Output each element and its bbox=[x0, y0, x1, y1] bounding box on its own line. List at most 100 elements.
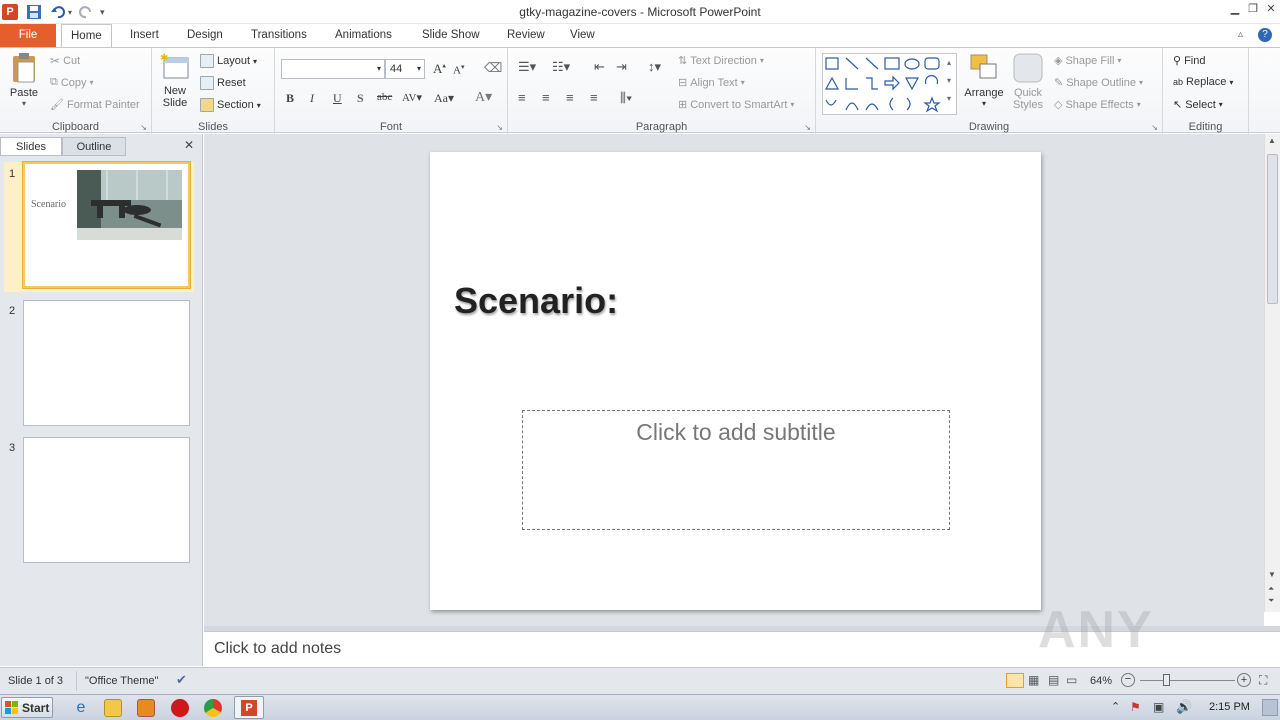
shape-fill-button[interactable]: ◈ Shape Fill ▾ bbox=[1054, 54, 1121, 68]
paste-button[interactable]: Paste ▾ bbox=[7, 52, 41, 110]
zoom-in-icon[interactable]: + bbox=[1237, 673, 1251, 687]
slide-thumbnail-1[interactable]: Scenario bbox=[23, 162, 190, 288]
help-icon[interactable]: ? bbox=[1258, 28, 1272, 42]
reading-view-icon[interactable]: ▤ bbox=[1048, 673, 1059, 687]
media-player-icon[interactable] bbox=[137, 699, 155, 717]
slide-title[interactable]: Scenario: bbox=[454, 280, 618, 322]
tab-outline[interactable]: Outline bbox=[62, 137, 126, 156]
select-button[interactable]: ↖ Select ▾ bbox=[1173, 98, 1223, 112]
gallery-scroll-down-icon[interactable]: ▾ bbox=[947, 76, 951, 85]
powerpoint-taskbar-button[interactable]: P bbox=[234, 696, 264, 719]
justify-icon[interactable]: ≡ bbox=[590, 90, 598, 105]
text-shadow-icon[interactable]: S bbox=[357, 91, 364, 106]
normal-view-icon[interactable] bbox=[1006, 673, 1024, 688]
smartart-button[interactable]: ⊞ Convert to SmartArt ▾ bbox=[678, 98, 794, 112]
tab-file[interactable]: File bbox=[0, 24, 56, 47]
tab-view[interactable]: View bbox=[561, 24, 604, 47]
grow-font-icon[interactable]: A▴ bbox=[433, 61, 446, 77]
layout-button[interactable]: Layout ▾ bbox=[200, 54, 257, 68]
internet-explorer-icon[interactable]: e bbox=[72, 699, 90, 717]
increase-indent-icon[interactable]: ⇥ bbox=[616, 59, 627, 75]
font-color-icon[interactable]: A▾ bbox=[475, 89, 492, 106]
zoom-slider-thumb[interactable] bbox=[1163, 674, 1170, 686]
shapes-gallery[interactable] bbox=[822, 53, 957, 115]
volume-icon[interactable]: 🔊 bbox=[1176, 699, 1192, 715]
tab-design[interactable]: Design bbox=[178, 24, 232, 47]
zoom-slider[interactable] bbox=[1140, 680, 1235, 681]
slide-sorter-icon[interactable]: ▦ bbox=[1028, 673, 1039, 687]
close-pane-icon[interactable]: ✕ bbox=[184, 138, 194, 152]
previous-slide-icon[interactable]: ⏶ bbox=[1268, 584, 1274, 594]
tab-insert[interactable]: Insert bbox=[121, 24, 168, 47]
tab-transitions[interactable]: Transitions bbox=[242, 24, 316, 47]
align-text-button[interactable]: ⊟ Align Text ▾ bbox=[678, 76, 745, 90]
columns-icon[interactable]: ⫼▾ bbox=[620, 90, 632, 106]
fit-to-window-icon[interactable]: ⛶ bbox=[1259, 673, 1267, 688]
quick-styles-button[interactable]: Quick Styles bbox=[1008, 52, 1048, 111]
strikethrough-icon[interactable]: abc bbox=[377, 91, 392, 103]
character-spacing-icon[interactable]: AV▾ bbox=[402, 91, 422, 104]
new-slide-button[interactable]: ✱ New Slide bbox=[158, 52, 192, 109]
italic-icon[interactable]: I bbox=[310, 91, 314, 106]
replace-button[interactable]: ab Replace ▾ bbox=[1173, 76, 1233, 88]
bullets-icon[interactable]: ☰▾ bbox=[518, 59, 536, 75]
shrink-font-icon[interactable]: A▾ bbox=[453, 63, 464, 77]
text-direction-button[interactable]: ⇅ Text Direction ▾ bbox=[678, 54, 764, 68]
chrome-icon[interactable] bbox=[204, 699, 222, 717]
find-button[interactable]: ⚲ Find bbox=[1173, 54, 1205, 68]
cut-button[interactable]: ✂ Cut bbox=[50, 54, 80, 68]
slide-thumbnail-2[interactable] bbox=[23, 300, 190, 426]
shape-outline-button[interactable]: ✎ Shape Outline ▾ bbox=[1054, 76, 1143, 90]
vertical-scrollbar[interactable]: ▲ ▼ ⏶ ⏷ bbox=[1264, 134, 1280, 612]
start-button[interactable]: Start bbox=[1, 697, 53, 718]
minimize-ribbon-icon[interactable]: ▵ bbox=[1238, 29, 1243, 40]
gallery-more-icon[interactable]: ▾ bbox=[947, 94, 951, 103]
scroll-down-icon[interactable]: ▼ bbox=[1268, 570, 1276, 579]
zoom-level[interactable]: 64% bbox=[1090, 675, 1112, 687]
scroll-up-icon[interactable]: ▲ bbox=[1268, 136, 1276, 145]
font-name-combo[interactable]: ▾ bbox=[281, 59, 385, 79]
format-painter-button[interactable]: 🖌 Format Painter bbox=[50, 98, 140, 112]
action-center-icon[interactable]: ⚑ bbox=[1130, 700, 1141, 714]
close-icon[interactable]: ✕ bbox=[1262, 2, 1280, 16]
numbering-icon[interactable]: ☷▾ bbox=[552, 59, 570, 75]
scroll-thumb[interactable] bbox=[1267, 154, 1278, 304]
font-size-combo[interactable]: 44 ▾ bbox=[385, 59, 425, 79]
arrange-button[interactable]: Arrange ▾ bbox=[963, 52, 1005, 108]
slide-thumbnail-3[interactable] bbox=[23, 437, 190, 563]
clipboard-launcher-icon[interactable]: ↘ bbox=[140, 123, 147, 132]
tab-review[interactable]: Review bbox=[498, 24, 554, 47]
slideshow-icon[interactable]: ▭ bbox=[1066, 673, 1077, 687]
tab-slideshow[interactable]: Slide Show bbox=[413, 24, 489, 47]
bold-icon[interactable]: B bbox=[286, 91, 294, 106]
network-icon[interactable]: ▣ bbox=[1153, 700, 1164, 714]
clock[interactable]: 2:15 PM bbox=[1209, 701, 1250, 713]
align-left-icon[interactable]: ≡ bbox=[518, 90, 526, 105]
clear-formatting-icon[interactable]: ⌫ bbox=[484, 60, 502, 76]
underline-icon[interactable]: U bbox=[333, 91, 342, 106]
slide[interactable]: Scenario: Click to add subtitle bbox=[430, 152, 1041, 610]
align-center-icon[interactable]: ≡ bbox=[542, 90, 550, 105]
font-launcher-icon[interactable]: ↘ bbox=[496, 123, 503, 132]
minimize-icon[interactable]: ▁ bbox=[1226, 2, 1244, 16]
align-right-icon[interactable]: ≡ bbox=[566, 90, 574, 105]
tab-home[interactable]: Home bbox=[61, 24, 112, 48]
show-desktop-button[interactable] bbox=[1262, 699, 1278, 716]
section-button[interactable]: Section ▾ bbox=[200, 98, 261, 112]
drawing-launcher-icon[interactable]: ↘ bbox=[1151, 123, 1158, 132]
reset-button[interactable]: Reset bbox=[200, 76, 246, 90]
gallery-scroll-up-icon[interactable]: ▴ bbox=[947, 58, 951, 67]
restore-icon[interactable]: ❐ bbox=[1244, 2, 1262, 16]
decrease-indent-icon[interactable]: ⇤ bbox=[594, 59, 605, 75]
file-explorer-icon[interactable] bbox=[104, 699, 122, 717]
zoom-out-icon[interactable]: − bbox=[1121, 673, 1135, 687]
subtitle-placeholder[interactable]: Click to add subtitle bbox=[522, 410, 950, 530]
tab-slides[interactable]: Slides bbox=[0, 137, 62, 156]
line-spacing-icon[interactable]: ↕▾ bbox=[648, 59, 661, 75]
tab-animations[interactable]: Animations bbox=[326, 24, 401, 47]
change-case-icon[interactable]: Aa▾ bbox=[434, 91, 454, 106]
shape-effects-button[interactable]: ◇ Shape Effects ▾ bbox=[1054, 98, 1141, 112]
paragraph-launcher-icon[interactable]: ↘ bbox=[804, 123, 811, 132]
copy-button[interactable]: ⧉ Copy ▾ bbox=[50, 76, 94, 89]
show-hidden-icons-icon[interactable]: ⌃ bbox=[1111, 700, 1120, 713]
